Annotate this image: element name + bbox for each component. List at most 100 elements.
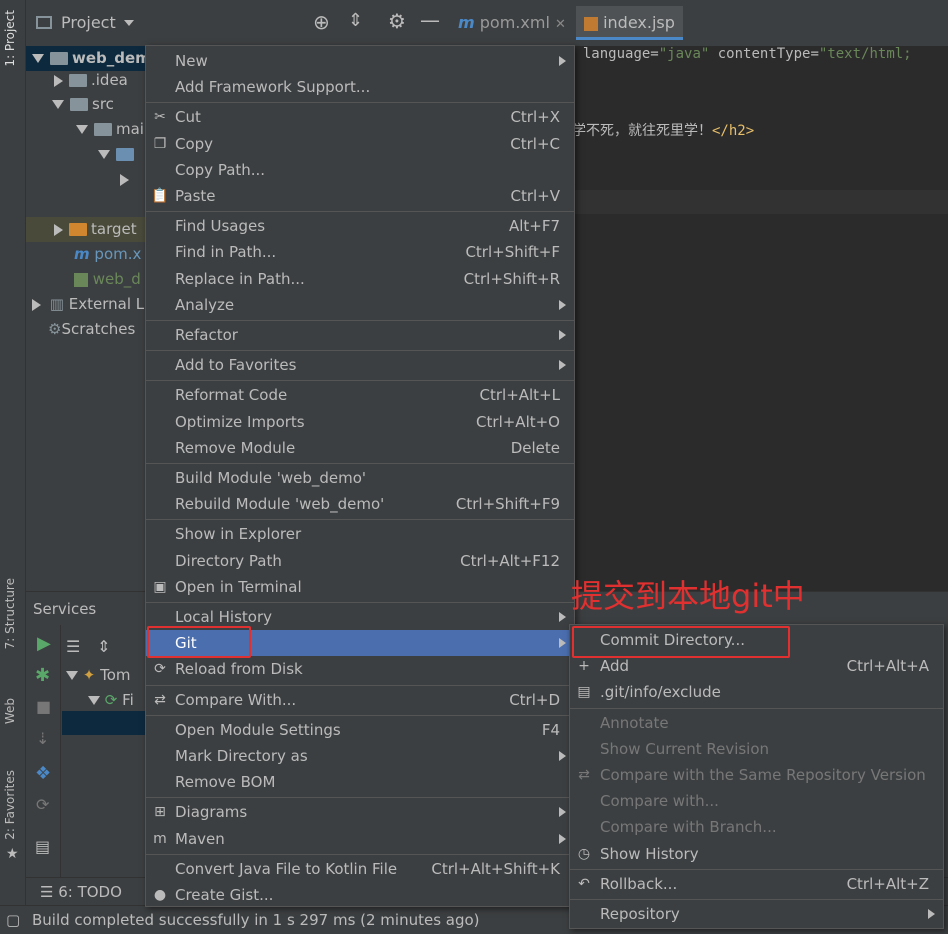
chevron-down-icon[interactable] <box>52 100 64 109</box>
menu-item-label: Add Framework Support... <box>175 78 371 97</box>
menu-item-copy-path[interactable]: Copy Path... <box>146 157 574 183</box>
chevron-down-icon[interactable] <box>76 125 88 134</box>
menu-item-label: Show Current Revision <box>600 739 770 758</box>
menu-item-build-module-web-demo[interactable]: Build Module 'web_demo' <box>146 465 574 491</box>
annotation-label: 提交到本地git中 <box>571 577 805 615</box>
structure-tool-tab[interactable]: 7: Structure <box>3 578 17 649</box>
gear-icon[interactable]: ⚙ <box>388 9 406 33</box>
menu-item-label: Reload from Disk <box>175 660 303 679</box>
locate-icon[interactable]: ⊕ <box>313 10 330 34</box>
debug-icon[interactable]: ✱ <box>35 665 50 686</box>
restart-icon[interactable]: ⟳ <box>36 795 49 814</box>
tab-index-jsp[interactable]: index.jsp <box>576 6 683 40</box>
chevron-right-icon[interactable] <box>120 173 129 186</box>
run-icon[interactable]: ▶ <box>37 633 51 654</box>
menu-item-diagrams[interactable]: ⊞ Diagrams <box>146 799 574 825</box>
menu-item-label: Rebuild Module 'web_demo' <box>175 495 385 514</box>
git-item-rollback[interactable]: ↶ Rollback... Ctrl+Alt+Z <box>570 871 943 897</box>
menu-item-remove-bom[interactable]: Remove BOM <box>146 769 574 795</box>
chevron-down-icon[interactable] <box>124 20 134 26</box>
git-item-show-current-revision[interactable]: Show Current Revision <box>570 736 943 762</box>
menu-item-shortcut: Ctrl+C <box>510 134 560 153</box>
menu-item-copy[interactable]: ❐ Copy Ctrl+C <box>146 131 574 157</box>
menu-item-convert-java-file-to-kotlin-file[interactable]: Convert Java File to Kotlin File Ctrl+Alt… <box>146 856 574 882</box>
scratches-icon: ⚙ <box>48 320 62 338</box>
close-icon[interactable]: ✕ <box>555 17 566 32</box>
chevron-down-icon[interactable] <box>88 696 100 705</box>
artifact-icon[interactable]: ❖ <box>35 763 51 784</box>
project-panel-header: Project ⊕ ⇕ ⚙ — <box>26 0 446 47</box>
menu-item-paste[interactable]: 📋 Paste Ctrl+V <box>146 183 574 209</box>
menu-item-label: Compare With... <box>175 690 297 709</box>
menu-item-label: Remove BOM <box>175 773 276 792</box>
menu-item-mark-directory-as[interactable]: Mark Directory as <box>146 743 574 769</box>
menu-item-directory-path[interactable]: Directory Path Ctrl+Alt+F12 <box>146 548 574 574</box>
project-view-icon <box>36 16 52 29</box>
project-tool-tab[interactable]: 1: Project <box>3 10 17 67</box>
git-item-annotate[interactable]: Annotate <box>570 710 943 736</box>
chevron-right-icon <box>559 330 566 340</box>
todo-tool-tab[interactable]: ☰ 6: TODO <box>40 883 122 901</box>
hide-icon[interactable]: — <box>420 8 440 32</box>
menu-item-reload-from-disk[interactable]: ⟳ Reload from Disk <box>146 656 574 682</box>
chevron-down-icon[interactable] <box>98 150 110 159</box>
menu-item-find-usages[interactable]: Find Usages Alt+F7 <box>146 213 574 239</box>
menu-item-open-module-settings[interactable]: Open Module Settings F4 <box>146 717 574 743</box>
git-item-show-history[interactable]: ◷ Show History <box>570 841 943 867</box>
menu-item-show-in-explorer[interactable]: Show in Explorer <box>146 521 574 547</box>
web-tool-tab[interactable]: Web <box>3 698 17 724</box>
git-item-compare-with[interactable]: Compare with... <box>570 788 943 814</box>
menu-item-optimize-imports[interactable]: Optimize Imports Ctrl+Alt+O <box>146 409 574 435</box>
menu-item-compare-with[interactable]: ⇄ Compare With... Ctrl+D <box>146 687 574 713</box>
status-message: Build completed successfully in 1 s 297 … <box>32 911 480 929</box>
menu-item-find-in-path[interactable]: Find in Path... Ctrl+Shift+F <box>146 239 574 265</box>
menu-item-reformat-code[interactable]: Reformat Code Ctrl+Alt+L <box>146 382 574 408</box>
tree-label: web_d <box>92 270 141 288</box>
code-value: "java" <box>658 46 710 62</box>
menu-item-add-framework-support[interactable]: Add Framework Support... <box>146 74 574 100</box>
menu-item-rebuild-module-web-demo[interactable]: Rebuild Module 'web_demo' Ctrl+Shift+F9 <box>146 491 574 517</box>
menu-item-open-in-terminal[interactable]: ▣ Open in Terminal <box>146 574 574 600</box>
deploy-icon[interactable]: ⇣ <box>36 729 49 748</box>
menu-item-cut[interactable]: ✂ Cut Ctrl+X <box>146 104 574 130</box>
stop-icon[interactable]: ■ <box>36 697 51 716</box>
menu-item-replace-in-path[interactable]: Replace in Path... Ctrl+Shift+R <box>146 266 574 292</box>
commit-highlight-box <box>572 626 790 658</box>
git-item-compare-with-branch[interactable]: Compare with Branch... <box>570 814 943 840</box>
git-item-repository[interactable]: Repository <box>570 901 943 927</box>
refresh-icon: ⟳ <box>104 691 118 709</box>
menu-separator <box>146 463 574 464</box>
project-panel-title[interactable]: Project <box>61 13 116 32</box>
collapse-all-icon[interactable]: ⇕ <box>348 10 363 31</box>
chevron-down-icon[interactable] <box>32 54 44 63</box>
chevron-right-icon[interactable] <box>54 74 63 87</box>
menu-item-shortcut: Ctrl+Alt+L <box>479 386 561 405</box>
status-icon[interactable]: ▢ <box>6 906 20 934</box>
layout-icon[interactable]: ▤ <box>35 837 50 856</box>
menu-item-add-to-favorites[interactable]: Add to Favorites <box>146 352 574 378</box>
collapse-all-icon[interactable]: ⇕ <box>97 637 110 656</box>
git-item-git-info-exclude[interactable]: ▤ .git/info/exclude <box>570 679 943 705</box>
menu-item-analyze[interactable]: Analyze <box>146 292 574 318</box>
favorites-tool-tab[interactable]: 2: Favorites <box>3 770 17 840</box>
services-row-selected[interactable] <box>62 711 152 735</box>
menu-separator <box>146 714 574 716</box>
chevron-down-icon[interactable] <box>66 671 78 680</box>
menu-item-remove-module[interactable]: Remove Module Delete <box>146 435 574 461</box>
star-icon[interactable]: ★ <box>6 846 19 862</box>
chevron-right-icon[interactable] <box>32 298 41 311</box>
tomcat-icon: ✦ <box>82 666 96 684</box>
chevron-right-icon[interactable] <box>54 223 63 236</box>
menu-item-refactor[interactable]: Refactor <box>146 322 574 348</box>
git-item-compare-with-the-same-repository-version[interactable]: ⇄ Compare with the Same Repository Versio… <box>570 762 943 788</box>
menu-item-new[interactable]: New <box>146 48 574 74</box>
left-tool-strip: 1: Project 7: Structure Web 2: Favorites… <box>0 0 26 933</box>
git-highlight-box <box>147 626 251 658</box>
expand-all-icon[interactable]: ☰ <box>66 637 80 656</box>
menu-item-label: Repository <box>600 905 680 923</box>
code-value: "text/html; <box>818 46 912 62</box>
menu-item-maven[interactable]: m Maven <box>146 826 574 852</box>
menu-item-create-gist[interactable]: ● Create Gist... <box>146 882 574 908</box>
tab-pom-xml[interactable]: m pom.xml ✕ <box>450 6 574 40</box>
menu-item-label: Mark Directory as <box>175 747 308 765</box>
